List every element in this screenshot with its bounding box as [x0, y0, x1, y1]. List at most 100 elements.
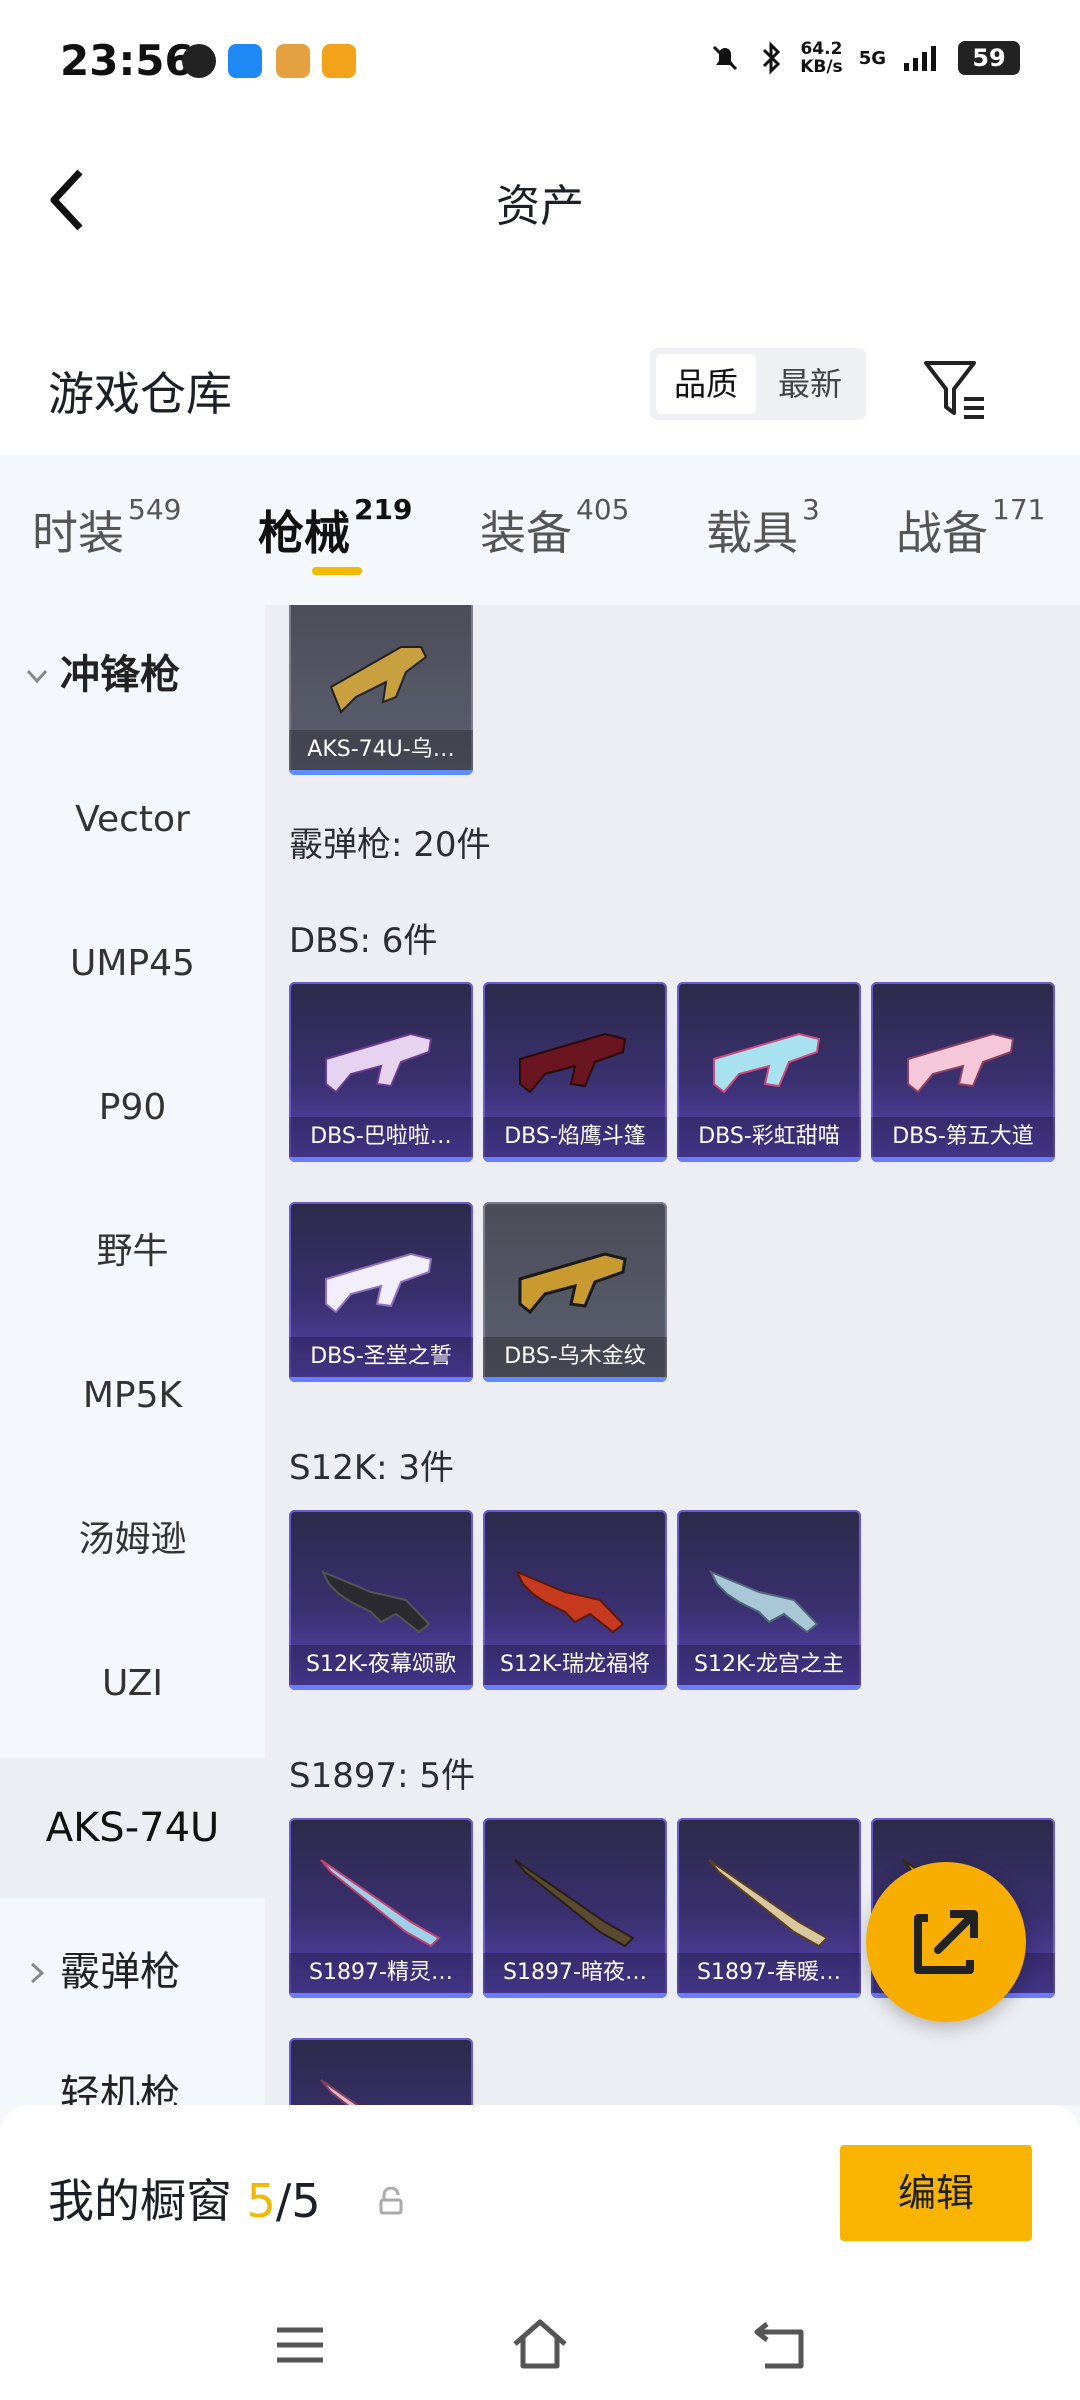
card-underline [289, 1685, 473, 1690]
status-time: 23:56 [60, 36, 194, 85]
card-underline [871, 1157, 1055, 1162]
showcase-bar: 我的橱窗 5/5 编辑 [0, 2105, 1080, 2290]
gun-image [325, 1252, 433, 1314]
weapon-card[interactable]: S1897-精灵… [289, 1818, 473, 1998]
weapon-card-label: S12K-龙宫之主 [677, 1645, 861, 1685]
status-right: 64.2 KB/s 5G 59 [708, 40, 1020, 76]
weapon-card[interactable]: S1897-春暖… [677, 1818, 861, 1998]
showcase-count-total: /5 [275, 2174, 321, 2228]
page-title: 资产 [496, 181, 584, 232]
sort-newest-option[interactable]: 最新 [760, 354, 860, 414]
weapon-card[interactable]: S1897-暗夜… [483, 1818, 667, 1998]
edit-button[interactable]: 编辑 [840, 2145, 1032, 2241]
card-underline [483, 1685, 667, 1690]
weapon-card-label: DBS-彩虹甜喵 [677, 1117, 861, 1157]
gun-image [708, 1570, 819, 1634]
card-underline [677, 1157, 861, 1162]
chevron-down-icon [26, 669, 48, 684]
gun-image [713, 1032, 821, 1094]
weapon-card-label: S1897-暗夜… [483, 1953, 667, 1993]
status-bar: 23:56 64.2 KB/s 5G 59 [0, 0, 1080, 130]
weapon-card-label: DBS-乌木金纹 [483, 1337, 667, 1377]
system-nav-bar [0, 2290, 1080, 2400]
weapon-card-label: S1897-精灵… [289, 1953, 473, 1993]
active-tab-indicator [312, 567, 362, 575]
sidebar-item-lmg[interactable]: 轻机枪 [0, 2025, 265, 2105]
sort-quality-option[interactable]: 品质 [656, 354, 756, 414]
card-underline [289, 1377, 473, 1382]
weapon-card-label: S12K-夜幕颂歌 [289, 1645, 473, 1685]
game-app-icon [276, 44, 310, 78]
menu-icon[interactable] [265, 2310, 335, 2380]
tab-equipment[interactable]: 装备 405 [480, 493, 629, 563]
weapon-card[interactable]: S12K-瑞龙福将 [483, 1510, 667, 1690]
gun-image [907, 1032, 1015, 1094]
sort-toggle: 品质 最新 [650, 348, 866, 420]
sidebar-item-aks74u[interactable]: AKS-74U [0, 1758, 265, 1898]
battery-indicator: 59 [958, 41, 1020, 75]
weapon-card[interactable]: DBS-彩虹甜喵 [677, 982, 861, 1162]
weapon-card[interactable]: DBS-圣堂之誓 [289, 1202, 473, 1382]
weapon-card-label: AKS-74U-乌… [289, 730, 473, 770]
card-underline [483, 1157, 667, 1162]
weapon-card-label: S12K-瑞龙福将 [483, 1645, 667, 1685]
net-speed: 64.2 KB/s [800, 39, 843, 77]
tab-supplies[interactable]: 战备 171 [896, 493, 1045, 563]
tab-guns[interactable]: 枪械 219 [258, 493, 412, 563]
weapon-card[interactable]: DBS-巴啦啦… [289, 982, 473, 1162]
category-tabs: 时装 549 枪械 219 装备 405 载具 3 战备 171 [0, 455, 1080, 605]
mute-bell-icon [713, 45, 738, 71]
weapon-card[interactable] [289, 2038, 473, 2105]
group-header-dbs: DBS: 6件 [289, 921, 438, 961]
group-header-s1897: S1897: 5件 [289, 1756, 476, 1796]
filter-icon[interactable] [920, 355, 990, 425]
card-underline [483, 1993, 667, 1998]
card-underline [677, 1993, 861, 1998]
tab-vehicles[interactable]: 载具 3 [706, 493, 820, 563]
group-header-shotgun: 霰弹枪: 20件 [289, 825, 491, 865]
card-underline [289, 1157, 473, 1162]
card-underline [483, 1377, 667, 1382]
weapon-card-label: DBS-圣堂之誓 [289, 1337, 473, 1377]
gun-image [329, 646, 428, 714]
gun-image [320, 1570, 431, 1634]
warehouse-title: 游戏仓库 [48, 367, 232, 421]
share-icon [914, 1910, 978, 1974]
weapon-card[interactable]: AKS-74U-乌… [289, 605, 473, 775]
card-underline [289, 770, 473, 775]
showcase-count-current: 5 [246, 2174, 276, 2228]
tab-fashion[interactable]: 时装 549 [32, 493, 181, 563]
sidebar-item-p90[interactable]: P90 [0, 1038, 265, 1178]
weapon-card-label: DBS-巴啦啦… [289, 1117, 473, 1157]
sidebar-item-thompson[interactable]: 汤姆逊 [0, 1470, 265, 1610]
weapon-card[interactable]: S12K-龙宫之主 [677, 1510, 861, 1690]
sidebar-item-vector[interactable]: Vector [0, 750, 265, 890]
home-icon[interactable] [505, 2310, 575, 2380]
sidebar-item-shotgun[interactable]: 霰弹枪 [0, 1902, 265, 2042]
weapon-card[interactable]: DBS-乌木金纹 [483, 1202, 667, 1382]
broadcast-app-icon [228, 44, 262, 78]
sidebar-item-smg[interactable]: 冲锋枪 [0, 605, 265, 745]
header: 资产 [0, 130, 1080, 270]
warehouse-row: 游戏仓库 品质 最新 [0, 270, 1080, 455]
gun-image [325, 1032, 433, 1094]
weapon-card[interactable]: DBS-第五大道 [871, 982, 1055, 1162]
gun-image [320, 2079, 360, 2105]
gun-image [514, 1859, 635, 1948]
sidebar-item-ump45[interactable]: UMP45 [0, 894, 265, 1034]
sidebar-item-mp5k[interactable]: MP5K [0, 1326, 265, 1466]
weapon-card-label: DBS-焰鹰斗篷 [483, 1117, 667, 1157]
gun-image [518, 1252, 627, 1315]
weapon-card[interactable]: S12K-夜幕颂歌 [289, 1510, 473, 1690]
weapon-card[interactable]: DBS-焰鹰斗篷 [483, 982, 667, 1162]
sidebar-item-bison[interactable]: 野牛 [0, 1182, 265, 1322]
share-button[interactable] [866, 1862, 1026, 2022]
network-type: 5G [858, 47, 886, 69]
card-underline [677, 1685, 861, 1690]
group-header-s12k: S12K: 3件 [289, 1448, 455, 1488]
back-icon[interactable] [745, 2310, 815, 2380]
weapon-card-label: DBS-第五大道 [871, 1117, 1055, 1157]
gun-image [514, 1570, 625, 1634]
sidebar-item-uzi[interactable]: UZI [0, 1614, 265, 1754]
target-app-icon [322, 44, 356, 78]
